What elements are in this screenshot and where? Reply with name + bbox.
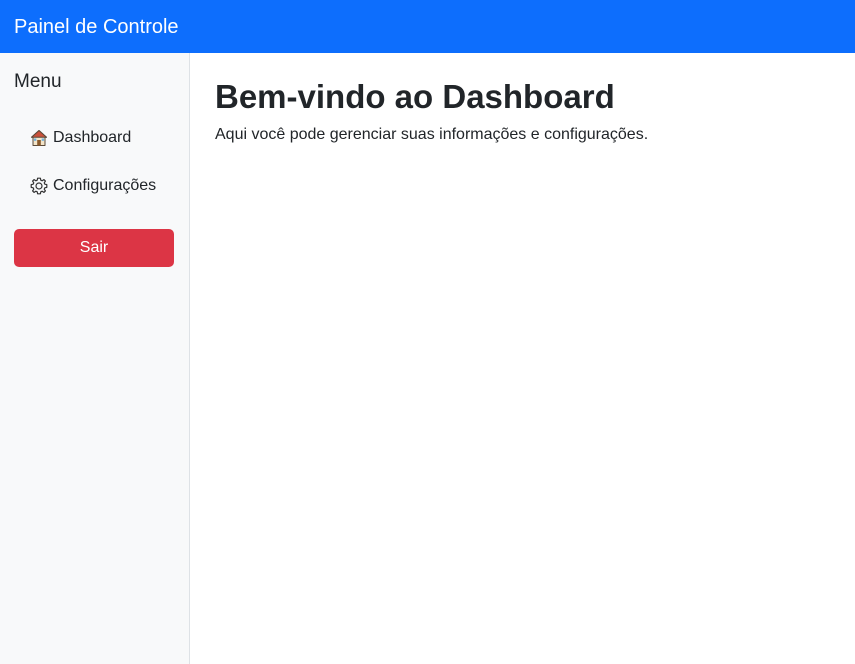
logout-button[interactable]: Sair <box>14 229 174 267</box>
main-content: Bem-vindo ao Dashboard Aqui você pode ge… <box>191 53 855 664</box>
sidebar: Menu Dashboard Configurações Sair <box>0 53 190 664</box>
sidebar-item-dashboard[interactable]: Dashboard <box>30 127 131 149</box>
sidebar-item-label: Dashboard <box>53 129 132 146</box>
sidebar-title: Menu <box>14 71 62 92</box>
sidebar-item-label: Configurações <box>53 177 157 194</box>
page-subtitle: Aqui você pode gerenciar suas informaçõe… <box>215 126 649 143</box>
page-title: Bem-vindo ao Dashboard <box>215 78 615 115</box>
sidebar-item-configuracoes[interactable]: Configurações <box>30 175 156 197</box>
top-navbar: Painel de Controle <box>0 0 855 53</box>
gear-icon <box>30 177 48 195</box>
navbar-brand[interactable]: Painel de Controle <box>14 17 179 37</box>
house-icon <box>30 129 48 147</box>
